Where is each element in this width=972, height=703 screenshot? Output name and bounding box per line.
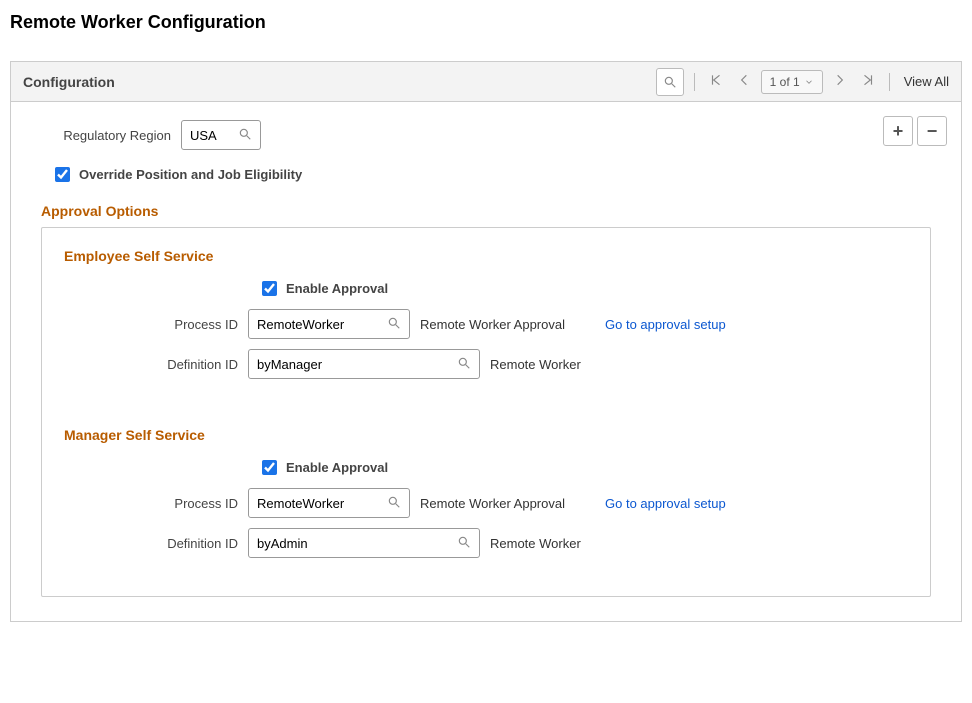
page-selector[interactable]: 1 of 1 [761, 70, 823, 94]
ess-section: Employee Self Service Enable Approval Pr… [58, 248, 914, 379]
ess-definition-label: Definition ID [58, 357, 248, 372]
separator [694, 73, 695, 91]
mss-enable-label: Enable Approval [286, 460, 388, 475]
mss-heading: Manager Self Service [58, 427, 914, 443]
last-page-button[interactable] [857, 73, 879, 90]
override-eligibility-row: Override Position and Job Eligibility [41, 164, 931, 185]
lookup-icon[interactable] [379, 316, 409, 333]
mss-process-field[interactable] [248, 488, 410, 518]
ess-heading: Employee Self Service [58, 248, 914, 264]
search-icon [387, 495, 401, 509]
approval-options-box: Employee Self Service Enable Approval Pr… [41, 227, 931, 597]
lookup-icon[interactable] [230, 127, 260, 144]
mss-approval-setup-link[interactable]: Go to approval setup [605, 496, 726, 511]
lookup-icon[interactable] [449, 535, 479, 552]
last-icon [861, 73, 875, 87]
search-icon [238, 127, 252, 141]
add-row-button[interactable]: + [883, 116, 913, 146]
approval-options-heading: Approval Options [41, 203, 931, 219]
mss-process-desc: Remote Worker Approval [420, 496, 565, 511]
lookup-icon[interactable] [449, 356, 479, 373]
mss-section: Manager Self Service Enable Approval Pro… [58, 427, 914, 558]
override-eligibility-label: Override Position and Job Eligibility [79, 167, 302, 182]
ess-process-field[interactable] [248, 309, 410, 339]
separator [889, 73, 890, 91]
mss-enable-checkbox[interactable] [262, 460, 277, 475]
mss-definition-desc: Remote Worker [490, 536, 581, 551]
prev-icon [737, 73, 751, 87]
mss-process-row: Process ID Remote Worker Approval Go to … [58, 488, 914, 518]
panel-body: + − Regulatory Region Override Position … [11, 102, 961, 621]
page-selector-label: 1 of 1 [770, 75, 800, 89]
search-button[interactable] [656, 68, 684, 96]
mss-definition-input[interactable] [249, 532, 449, 555]
page-title: Remote Worker Configuration [10, 12, 962, 33]
mss-definition-label: Definition ID [58, 536, 248, 551]
ess-enable-label: Enable Approval [286, 281, 388, 296]
ess-definition-desc: Remote Worker [490, 357, 581, 372]
search-icon [663, 75, 677, 89]
lookup-icon[interactable] [379, 495, 409, 512]
ess-definition-input[interactable] [249, 353, 449, 376]
mss-process-input[interactable] [249, 492, 379, 515]
ess-process-label: Process ID [58, 317, 248, 332]
panel-nav: 1 of 1 View All [656, 68, 949, 96]
chevron-down-icon [804, 77, 814, 87]
configuration-panel: Configuration 1 of 1 View All [10, 61, 962, 622]
ess-definition-row: Definition ID Remote Worker [58, 349, 914, 379]
override-eligibility-checkbox[interactable] [55, 167, 70, 182]
regulatory-region-row: Regulatory Region [41, 120, 931, 150]
ess-approval-setup-link[interactable]: Go to approval setup [605, 317, 726, 332]
remove-row-button[interactable]: − [917, 116, 947, 146]
panel-title: Configuration [23, 74, 115, 90]
regulatory-region-input[interactable] [182, 124, 230, 147]
search-icon [387, 316, 401, 330]
ess-process-input[interactable] [249, 313, 379, 336]
next-icon [833, 73, 847, 87]
ess-process-desc: Remote Worker Approval [420, 317, 565, 332]
regulatory-region-field[interactable] [181, 120, 261, 150]
search-icon [457, 356, 471, 370]
ess-process-row: Process ID Remote Worker Approval Go to … [58, 309, 914, 339]
ess-enable-row: Enable Approval [258, 278, 914, 299]
next-page-button[interactable] [829, 73, 851, 90]
mss-definition-row: Definition ID Remote Worker [58, 528, 914, 558]
view-all-link[interactable]: View All [900, 74, 949, 89]
regulatory-region-label: Regulatory Region [41, 128, 181, 143]
search-icon [457, 535, 471, 549]
panel-header: Configuration 1 of 1 View All [11, 62, 961, 102]
row-action-buttons: + − [883, 116, 947, 146]
ess-definition-field[interactable] [248, 349, 480, 379]
first-page-button[interactable] [705, 73, 727, 90]
mss-enable-row: Enable Approval [258, 457, 914, 478]
mss-process-label: Process ID [58, 496, 248, 511]
ess-enable-checkbox[interactable] [262, 281, 277, 296]
prev-page-button[interactable] [733, 73, 755, 90]
first-icon [709, 73, 723, 87]
mss-definition-field[interactable] [248, 528, 480, 558]
